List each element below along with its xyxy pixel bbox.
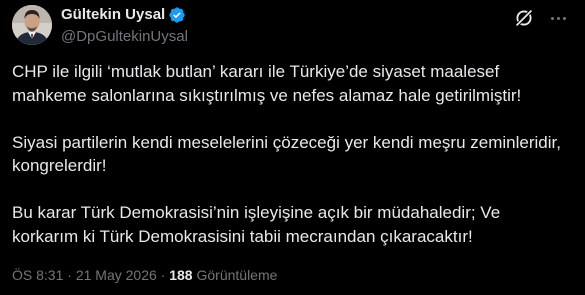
name-row: Gültekin Uysal [61, 5, 188, 25]
meta-separator: · [160, 267, 166, 283]
meta-separator: · [67, 267, 72, 283]
tweet-paragraph: Bu karar Türk Demokrasisi’nin işleyişine… [12, 203, 501, 246]
avatar[interactable] [12, 5, 52, 45]
tweet-paragraph: CHP ile ilgili ‘mutlak butlan’ kararı il… [12, 62, 522, 105]
more-dot [556, 16, 560, 20]
views-count[interactable]: 188 [169, 267, 192, 283]
tweet-text: CHP ile ilgili ‘mutlak butlan’ kararı il… [12, 60, 577, 272]
user-handle[interactable]: @DpGultekinUysal [61, 27, 188, 47]
tweet-time[interactable]: ÖS 8:31 [12, 267, 63, 283]
more-dot [562, 16, 566, 20]
grok-icon[interactable] [513, 7, 535, 29]
verified-badge-icon[interactable] [168, 6, 186, 24]
tweet-paragraph: Siyasi partilerin kendi meselelerini çöz… [12, 132, 561, 176]
display-name[interactable]: Gültekin Uysal [61, 5, 165, 25]
tweet-card[interactable]: Gültekin Uysal @DpGultekinUysal CHP ile … [0, 0, 585, 295]
more-dot [550, 16, 554, 20]
more-options-icon[interactable] [546, 6, 570, 30]
tweet-header: Gültekin Uysal @DpGultekinUysal [61, 5, 188, 47]
tweet-meta: ÖS 8:31 · 21 May 2026 · 188 Görüntüleme [12, 266, 277, 284]
views-label[interactable]: Görüntüleme [196, 267, 277, 283]
tweet-date[interactable]: 21 May 2026 [76, 267, 157, 283]
